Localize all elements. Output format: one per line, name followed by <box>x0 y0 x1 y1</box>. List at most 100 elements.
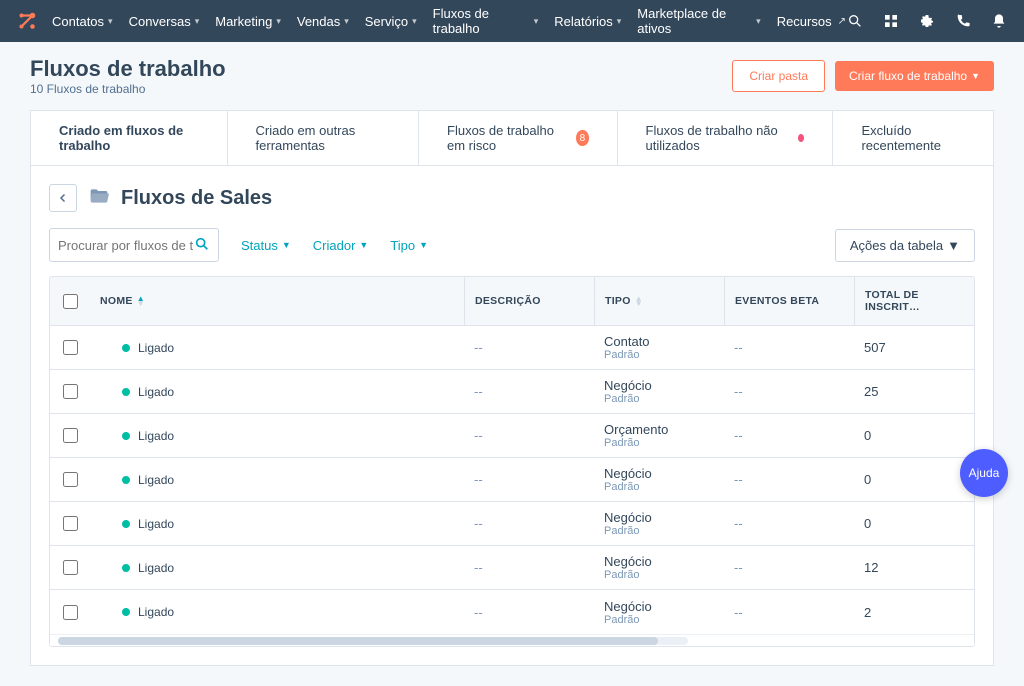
table-row[interactable]: Ligado -- Negócio Padrão -- 0 <box>50 502 974 546</box>
nav-item[interactable]: Conversas▾ <box>129 6 200 36</box>
nav-item[interactable]: Serviço▾ <box>365 6 417 36</box>
status-label: Ligado <box>138 517 174 531</box>
tab[interactable]: Criado em outras ferramentas <box>228 111 419 165</box>
cell-type: Negócio Padrão <box>594 458 724 501</box>
gear-icon[interactable] <box>918 12 936 30</box>
cell-total: 0 <box>854 420 974 451</box>
cell-total: 12 <box>854 552 974 583</box>
search-icon[interactable] <box>194 236 210 255</box>
header-checkbox-cell <box>50 277 90 325</box>
cell-events: -- <box>724 332 854 363</box>
cell-events: -- <box>724 420 854 451</box>
page-subtitle: 10 Fluxos de trabalho <box>30 82 226 96</box>
nav-item[interactable]: Marketing▾ <box>215 6 281 36</box>
filter-dropdown[interactable]: Criador▼ <box>313 238 369 253</box>
search-icon[interactable] <box>846 12 864 30</box>
table-row[interactable]: Ligado -- Contato Padrão -- 507 <box>50 326 974 370</box>
tab[interactable]: Fluxos de trabalho não utilizados <box>618 111 834 165</box>
row-checkbox[interactable] <box>63 560 78 575</box>
page-title: Fluxos de trabalho <box>30 56 226 82</box>
row-checkbox[interactable] <box>63 472 78 487</box>
tab[interactable]: Criado em fluxos de trabalho <box>31 111 228 165</box>
content-panel: Fluxos de Sales Status▼ Criador▼ Tipo▼ Açõ… <box>30 165 994 666</box>
header-events[interactable]: EVENTOS BETA <box>724 277 854 325</box>
marketplace-icon[interactable] <box>882 12 900 30</box>
row-checkbox[interactable] <box>63 428 78 443</box>
bell-icon[interactable] <box>990 12 1008 30</box>
cell-total: 0 <box>854 464 974 495</box>
table-row[interactable]: Ligado -- Negócio Padrão -- 0 <box>50 458 974 502</box>
horizontal-scrollbar[interactable] <box>50 634 974 646</box>
tabs-bar: Criado em fluxos de trabalhoCriado em ou… <box>30 110 994 165</box>
chevron-down-icon: ▼ <box>947 238 960 253</box>
row-checkbox[interactable] <box>63 384 78 399</box>
table-row[interactable]: Ligado -- Orçamento Padrão -- 0 <box>50 414 974 458</box>
nav-item[interactable]: Contatos▾ <box>52 6 113 36</box>
status-dot-icon <box>122 520 130 528</box>
create-workflow-label: Criar fluxo de trabalho <box>849 69 967 83</box>
sort-icon: ▲▼ <box>635 296 643 306</box>
status-dot-icon <box>122 388 130 396</box>
header-total[interactable]: TOTAL DE INSCRIT… <box>854 277 974 325</box>
status-dot-icon <box>122 476 130 484</box>
workflows-table: NOME▲▼ DESCRIÇÃO TIPO▲▼ EVENTOS BETA TOT… <box>49 276 975 647</box>
help-fab-button[interactable]: Ajuda <box>960 449 1008 497</box>
cell-desc: -- <box>464 420 594 451</box>
cell-type: Orçamento Padrão <box>594 414 724 457</box>
cell-events: -- <box>724 464 854 495</box>
create-workflow-button[interactable]: Criar fluxo de trabalho ▼ <box>835 61 994 91</box>
filter-dropdown[interactable]: Status▼ <box>241 238 291 253</box>
chevron-down-icon: ▾ <box>195 16 200 27</box>
table-row[interactable]: Ligado -- Negócio Padrão -- 25 <box>50 370 974 414</box>
header-type[interactable]: TIPO▲▼ <box>594 277 724 325</box>
chevron-down-icon: ▾ <box>534 16 539 27</box>
tab[interactable]: Excluído recentemente <box>833 111 993 165</box>
nav-item[interactable]: Recursos↗ <box>777 6 846 36</box>
hubspot-logo-icon[interactable] <box>16 10 38 32</box>
back-button[interactable] <box>49 184 77 212</box>
table-actions-button[interactable]: Ações da tabela ▼ <box>835 229 975 262</box>
external-link-icon: ↗ <box>838 16 846 27</box>
cell-type: Negócio Padrão <box>594 502 724 545</box>
warning-dot-icon <box>798 134 804 142</box>
cell-events: -- <box>724 597 854 628</box>
folder-open-icon <box>87 186 111 210</box>
table-row[interactable]: Ligado -- Negócio Padrão -- 2 <box>50 590 974 634</box>
tab[interactable]: Fluxos de trabalho em risco8 <box>419 111 618 165</box>
table-row[interactable]: Ligado -- Negócio Padrão -- 12 <box>50 546 974 590</box>
chevron-down-icon: ▾ <box>276 16 281 27</box>
nav-item[interactable]: Vendas▾ <box>297 6 349 36</box>
search-wrapper <box>49 228 219 262</box>
breadcrumb: Fluxos de Sales <box>49 184 975 212</box>
status-dot-icon <box>122 344 130 352</box>
nav-item[interactable]: Relatórios▾ <box>554 6 621 36</box>
cell-desc: -- <box>464 332 594 363</box>
chevron-down-icon: ▾ <box>756 16 761 27</box>
header-name[interactable]: NOME▲▼ <box>90 277 464 325</box>
create-folder-button[interactable]: Criar pasta <box>732 60 825 92</box>
nav-item[interactable]: Marketplace de ativos▾ <box>637 6 760 36</box>
sort-icon: ▲▼ <box>137 296 145 306</box>
cell-desc: -- <box>464 464 594 495</box>
nav-right-icons <box>846 12 1008 30</box>
badge-count: 8 <box>576 130 588 146</box>
phone-icon[interactable] <box>954 12 972 30</box>
filter-dropdown[interactable]: Tipo▼ <box>390 238 428 253</box>
cell-events: -- <box>724 376 854 407</box>
select-all-checkbox[interactable] <box>63 294 78 309</box>
search-input[interactable] <box>58 238 194 253</box>
nav-item[interactable]: Fluxos de trabalho▾ <box>433 6 539 36</box>
row-checkbox[interactable] <box>63 516 78 531</box>
status-label: Ligado <box>138 605 174 619</box>
cell-events: -- <box>724 552 854 583</box>
table-header-row: NOME▲▼ DESCRIÇÃO TIPO▲▼ EVENTOS BETA TOT… <box>50 277 974 326</box>
header-desc[interactable]: DESCRIÇÃO <box>464 277 594 325</box>
row-checkbox[interactable] <box>63 340 78 355</box>
status-dot-icon <box>122 564 130 572</box>
chevron-down-icon: ▼ <box>971 71 980 81</box>
status-label: Ligado <box>138 385 174 399</box>
status-dot-icon <box>122 608 130 616</box>
status-label: Ligado <box>138 473 174 487</box>
status-dot-icon <box>122 432 130 440</box>
row-checkbox[interactable] <box>63 605 78 620</box>
